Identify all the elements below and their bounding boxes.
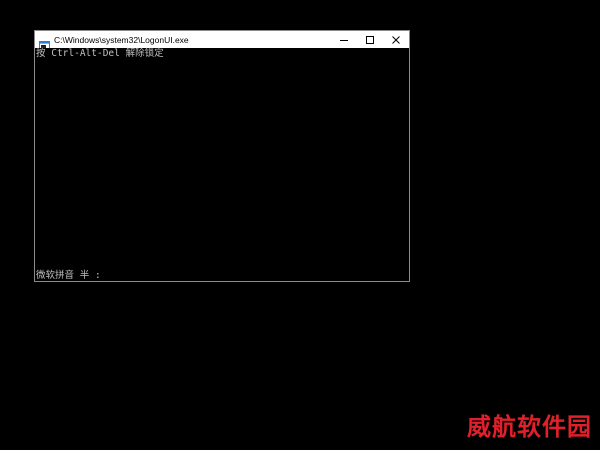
close-icon [392,35,400,44]
maximize-button[interactable] [357,31,383,48]
window-title: C:\Windows\system32\LogonUI.exe [54,34,189,45]
minimize-icon [340,39,348,41]
console-output[interactable]: 按 Ctrl-Alt-Del 解除锁定 微软拼音 半 : [35,48,409,281]
minimize-button[interactable] [331,31,357,48]
watermark-logo: 威航软件园 [467,412,592,441]
title-bar[interactable]: C:\Windows\system32\LogonUI.exe [35,31,409,50]
maximize-icon [366,35,374,44]
window-controls [331,31,409,48]
close-button[interactable] [383,31,409,48]
unlock-prompt: 按 Ctrl-Alt-Del 解除锁定 [36,48,164,59]
console-window[interactable]: C:\Windows\system32\LogonUI.exe 按 Ctrl-A [34,30,410,282]
console-app-icon [39,35,50,50]
ime-status-line: 微软拼音 半 : [36,270,101,281]
